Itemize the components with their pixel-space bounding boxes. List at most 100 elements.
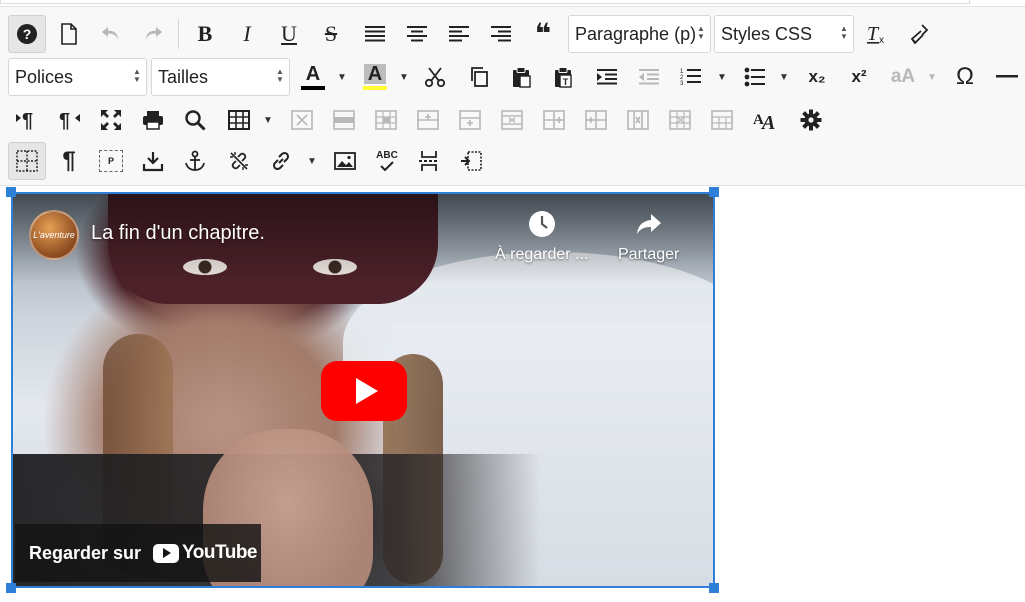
style-button[interactable]: AA (747, 101, 785, 139)
anchor-button[interactable] (176, 142, 214, 180)
show-blocks-button[interactable]: ¶ (50, 142, 88, 180)
numbered-list-dropdown[interactable]: ▼ (716, 58, 728, 96)
italic-button[interactable]: I (228, 15, 266, 53)
updown-arrows-icon: ▲ ▼ (133, 67, 141, 84)
table-icon (228, 110, 250, 130)
share-icon (636, 214, 661, 234)
text-case-button[interactable]: aA (884, 58, 922, 96)
table-row-icon (333, 110, 355, 130)
settings-button[interactable] (792, 101, 830, 139)
delete-row-button[interactable] (493, 101, 531, 139)
fullscreen-button[interactable] (92, 101, 130, 139)
play-button[interactable] (321, 361, 407, 421)
copy-button[interactable] (460, 58, 498, 96)
check-icon (380, 161, 394, 171)
visual-aid-button[interactable] (8, 142, 46, 180)
omega-icon: Ω (956, 63, 974, 90)
page-break-icon (419, 151, 439, 171)
paste-text-button[interactable]: T (544, 58, 582, 96)
spellcheck-button[interactable]: ABC (368, 142, 406, 180)
link-button[interactable] (262, 142, 300, 180)
new-document-button[interactable] (50, 15, 88, 53)
resize-handle-top-left[interactable] (6, 187, 16, 197)
anchor-icon (185, 150, 205, 171)
embedded-video-frame[interactable]: L'aventure La fin d'un chapitre. À regar… (11, 192, 715, 588)
delete-row-icon (501, 110, 523, 130)
blockquote-button[interactable]: ❝ (524, 15, 562, 53)
gear-icon (800, 109, 822, 131)
unlink-button[interactable] (220, 142, 258, 180)
superscript-button[interactable]: x² (840, 58, 878, 96)
paste-button[interactable] (502, 58, 540, 96)
visual-blocks-button[interactable]: P (92, 142, 130, 180)
svg-text:x: x (879, 35, 884, 45)
image-button[interactable] (326, 142, 364, 180)
link-dropdown[interactable]: ▼ (306, 142, 318, 180)
bullet-list-dropdown[interactable]: ▼ (778, 58, 790, 96)
resize-handle-bottom-right[interactable] (709, 583, 719, 593)
help-icon: ? (17, 24, 37, 44)
indent-button[interactable] (588, 58, 626, 96)
bullet-list-button[interactable] (736, 58, 774, 96)
background-color-dropdown[interactable]: ▼ (398, 58, 410, 96)
video-thumbnail[interactable]: L'aventure La fin d'un chapitre. À regar… (13, 194, 713, 586)
insert-row-after-icon (459, 110, 481, 130)
align-left-button[interactable] (440, 15, 478, 53)
text-color-button[interactable]: A (294, 58, 332, 96)
clean-html-button[interactable] (900, 15, 938, 53)
page-break-button[interactable] (410, 142, 448, 180)
css-styles-select[interactable]: Styles CSS ▲ ▼ (714, 15, 854, 53)
horizontal-rule-button[interactable] (988, 58, 1025, 96)
ltr-direction-button[interactable]: ¶ (8, 101, 46, 139)
insert-row-after-button[interactable] (451, 101, 489, 139)
insert-template-button[interactable] (134, 142, 172, 180)
align-center-button[interactable] (398, 15, 436, 53)
help-button[interactable]: ? (8, 15, 46, 53)
resize-handle-top-right[interactable] (709, 187, 719, 197)
channel-avatar[interactable]: L'aventure (29, 210, 79, 260)
remove-format-button[interactable]: Tx (858, 15, 896, 53)
watch-later-button[interactable]: À regarder ... (495, 210, 588, 264)
watch-on-youtube-button[interactable]: Regarder sur YouTube (15, 524, 261, 582)
align-right-button[interactable] (482, 15, 520, 53)
special-character-button[interactable]: Ω (946, 58, 984, 96)
strikethrough-button[interactable]: S (312, 15, 350, 53)
bg-color-bar (363, 86, 387, 90)
table-row-props-button[interactable] (325, 101, 363, 139)
insert-row-before-button[interactable] (409, 101, 447, 139)
merge-cells-button[interactable] (703, 101, 741, 139)
delete-col-button[interactable] (619, 101, 657, 139)
merge-cells-icon (711, 110, 733, 130)
table-dropdown[interactable]: ▼ (262, 101, 274, 139)
subscript-button[interactable]: x₂ (798, 58, 836, 96)
resize-handle-bottom-left[interactable] (6, 583, 16, 593)
undo-button[interactable] (92, 15, 130, 53)
superscript-icon: x² (851, 67, 867, 86)
print-button[interactable] (134, 101, 172, 139)
rtl-direction-button[interactable]: ¶ (50, 101, 88, 139)
find-button[interactable] (176, 101, 214, 139)
clock-icon (528, 211, 555, 237)
redo-button[interactable] (134, 15, 172, 53)
table-button[interactable] (220, 101, 258, 139)
numbered-list-button[interactable]: 123 (672, 58, 710, 96)
block-format-select[interactable]: Paragraphe (p) ▲ ▼ (568, 15, 711, 53)
insert-col-after-button[interactable] (577, 101, 615, 139)
text-case-dropdown[interactable]: ▼ (926, 58, 938, 96)
font-size-select[interactable]: Tailles ▲ ▼ (151, 58, 290, 96)
share-button[interactable]: Partager (618, 210, 679, 264)
cut-button[interactable] (416, 58, 454, 96)
table-cell-props-button[interactable] (367, 101, 405, 139)
outdent-button[interactable] (630, 58, 668, 96)
align-justify-button[interactable] (356, 15, 394, 53)
video-title[interactable]: La fin d'un chapitre. (91, 222, 265, 245)
background-color-button[interactable]: A (356, 58, 394, 96)
text-color-dropdown[interactable]: ▼ (336, 58, 348, 96)
bold-button[interactable]: B (186, 15, 224, 53)
font-family-select[interactable]: Polices ▲ ▼ (8, 58, 147, 96)
underline-button[interactable]: U (270, 15, 308, 53)
split-cells-button[interactable] (661, 101, 699, 139)
delete-table-button[interactable] (283, 101, 321, 139)
nonbreaking-space-button[interactable] (452, 142, 490, 180)
insert-col-before-button[interactable] (535, 101, 573, 139)
